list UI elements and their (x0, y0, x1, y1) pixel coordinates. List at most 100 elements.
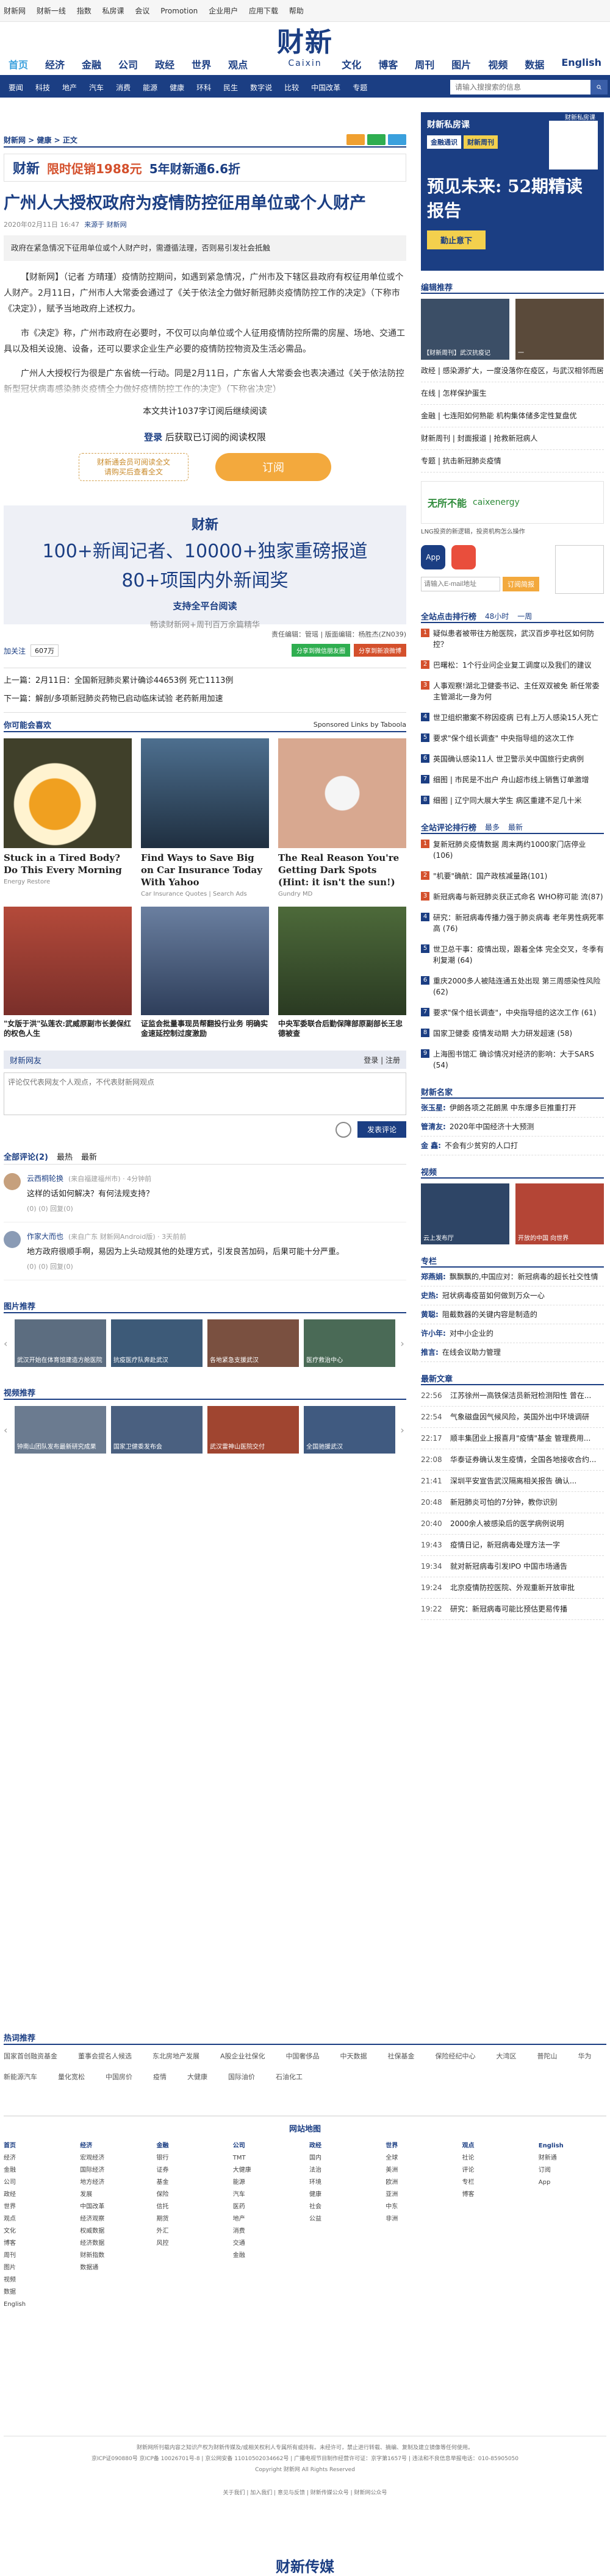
sitemap-link[interactable]: 订阅 (539, 2164, 606, 2177)
nav-item[interactable]: 文化 (333, 57, 370, 71)
sitemap-link[interactable]: 图片 (4, 2262, 71, 2274)
sitemap-link[interactable]: 汽车 (233, 2189, 301, 2201)
share-weibo-icon[interactable] (346, 134, 365, 145)
sponsor-label[interactable]: Sponsored Links by Taboola (314, 721, 406, 729)
sitemap-link[interactable]: 财新指数 (80, 2250, 148, 2262)
chevron-left-icon[interactable]: ‹ (4, 1338, 10, 1349)
sitemap-heading[interactable]: 金融 (157, 2140, 224, 2152)
promo-banner[interactable]: 财新 限时促销1988元 5年财新通6.6折 (4, 154, 406, 182)
sitemap-link[interactable]: 保险 (157, 2189, 224, 2201)
sitemap-link[interactable]: 博客 (4, 2238, 71, 2250)
top-link[interactable]: 帮助 (289, 7, 304, 15)
sitemap-link[interactable]: 经济观察 (80, 2213, 148, 2225)
hot-word[interactable]: 中天数据 (340, 2051, 367, 2061)
sitemap-link[interactable]: 公司 (4, 2177, 71, 2189)
sitemap-link[interactable]: 金融 (233, 2250, 301, 2262)
recommend-card[interactable]: Stuck in a Tired Body? Do This Every Mor… (4, 738, 132, 897)
list-item[interactable]: 黄聪: 阻截数器的关键内容是制造的 (421, 1305, 604, 1324)
latest-item[interactable]: 22:56 江苏徐州一高铁保洁员新冠检测阳性 曾在... (421, 1385, 604, 1407)
sitemap-heading[interactable]: 经济 (80, 2140, 148, 2152)
sitemap-link[interactable]: 博客 (462, 2189, 530, 2201)
comment-actions[interactable]: (0) (0) 回复(0) (27, 1261, 344, 1271)
rank-item[interactable]: 7 细图 | 市民是不出户 舟山超市线上销售订单激增 (421, 769, 604, 790)
sitemap-link[interactable]: 环境 (309, 2177, 377, 2189)
sitemap-link[interactable]: 亚洲 (386, 2189, 453, 2201)
recommend-card[interactable]: 中央军委联合后勤保障部原副部长王忠德被查 (278, 907, 406, 1038)
sitemap-heading[interactable]: 政经 (309, 2140, 377, 2152)
emoji-icon[interactable] (335, 1121, 351, 1138)
sitemap-link[interactable]: 社论 (462, 2152, 530, 2164)
gallery-item[interactable]: 医疗救治中心 (304, 1319, 396, 1367)
list-item[interactable]: 管清友: 2020年中国经济十大预测 (421, 1118, 604, 1136)
rank-item[interactable]: 3 新冠病毒与新冠肺炎获正式命名 WHO称可能 流(87) (421, 887, 604, 907)
video-thumb[interactable]: 云上发布厅 (421, 1183, 509, 1244)
list-item[interactable]: 郑燕娟: 飘飘飘的,中国应对：新冠病毒的超长社交性情 (421, 1268, 604, 1286)
nav-item[interactable]: 观点 (220, 57, 256, 71)
pick-image[interactable]: 一 (515, 299, 604, 360)
latest-item[interactable]: 19:43 疫情日记，新冠病毒处理方法一字 (421, 1535, 604, 1556)
sitemap-link[interactable]: 中国改革 (80, 2201, 148, 2213)
hot-word[interactable]: 普陀山 (537, 2051, 558, 2061)
share-qzone-icon[interactable] (388, 134, 406, 145)
list-item[interactable]: 专题 | 抗击新冠肺炎疫情 (421, 450, 604, 473)
sitemap-link[interactable]: 交通 (233, 2238, 301, 2250)
search-icon[interactable] (590, 80, 608, 95)
hot-word[interactable]: 大健康 (187, 2072, 207, 2082)
list-item[interactable]: 金融 | 七连阳如何熟能 机构集体储多定性复盘优 (421, 405, 604, 427)
chevron-left-icon[interactable]: ‹ (4, 1424, 10, 1436)
sitemap-link[interactable]: 银行 (157, 2152, 224, 2164)
top-link[interactable]: 应用下载 (249, 7, 278, 15)
rank-tab[interactable]: 一周 (517, 611, 532, 621)
chevron-right-icon[interactable]: › (400, 1424, 406, 1436)
rank-item[interactable]: 8 国家卫健委 疫情发动期 大力研发超速 (58) (421, 1023, 604, 1044)
rank-item[interactable]: 3 人事观察!湖北卫健委书记、主任双双被免 新任常委主管湖北一身为何 (421, 676, 604, 707)
sitemap-link[interactable]: 非洲 (386, 2213, 453, 2225)
sitemap-link[interactable]: 数据通 (80, 2262, 148, 2274)
sitemap-heading[interactable]: 观点 (462, 2140, 530, 2152)
rank-item[interactable]: 9 上海图书馆汇 确诊情况对经济的影响：大于SARS (54) (421, 1044, 604, 1076)
recommend-card[interactable]: Find Ways to Save Big on Car Insurance T… (141, 738, 269, 897)
sitemap-link[interactable]: TMT (233, 2152, 301, 2164)
top-link[interactable]: 企业用户 (209, 7, 238, 15)
hot-word[interactable]: 中国房价 (106, 2072, 132, 2082)
nav-item[interactable]: 首页 (0, 57, 37, 71)
list-item[interactable]: 张玉星: 伊朗各项之花朗黑 中东爆多巨推重打开 (421, 1099, 604, 1118)
latest-item[interactable]: 22:17 顺丰集团业上报喜月"疫情"基金 管理费用... (421, 1428, 604, 1449)
hot-word[interactable]: 社保基金 (388, 2051, 415, 2061)
submit-comment-button[interactable]: 发表评论 (357, 1121, 406, 1138)
footer-links[interactable]: 关于我们 | 加入我们 | 意见与反馈 | 财新传媒公众号 | 财新网公众号 (4, 2488, 606, 2499)
subnav-item[interactable]: 科技 (29, 82, 56, 93)
subnav-item[interactable]: 健康 (163, 82, 190, 93)
sitemap-heading[interactable]: 世界 (386, 2140, 453, 2152)
sitemap-link[interactable]: 信托 (157, 2201, 224, 2213)
latest-item[interactable]: 21:41 深圳平安宣告武汉隔离相关报告 确认... (421, 1471, 604, 1492)
pick-image[interactable]: 【财新周刊】武汉抗疫记 (421, 299, 509, 360)
course-promo[interactable]: 财新私房课 金融通识 财新周刊 财新私房课 预见未来: 52期精读报告 勤止意下 (421, 112, 604, 271)
subnav-item[interactable]: 消费 (110, 82, 137, 93)
subscription-promo[interactable]: 财新 100+新闻记者、10000+独家重磅报道 80+项国内外新闻奖 支持全平… (4, 505, 406, 630)
latest-item[interactable]: 20:48 新冠肺炎可怕的7分钟，教你识别 (421, 1492, 604, 1513)
subnav-item[interactable]: 数字说 (244, 82, 278, 93)
login-link[interactable]: 登录 (144, 432, 162, 443)
nav-item[interactable]: 金融 (73, 57, 110, 71)
hot-word[interactable]: 董事会提名人候选 (78, 2051, 132, 2061)
rank-item[interactable]: 4 研究：新冠病毒传播力强于肺炎病毒 老年男性病死率高 (76) (421, 907, 604, 939)
recommend-card[interactable]: 证监会批量事现员帮翻投行业务 明确实金速延控制过度激励 (141, 907, 269, 1038)
sitemap-link[interactable]: 评论 (462, 2164, 530, 2177)
list-item[interactable]: 史热: 冠状病毒疫苗如何做到万众一心 (421, 1286, 604, 1305)
sitemap-link[interactable]: 国内 (309, 2152, 377, 2164)
sitemap-link[interactable]: 宏观经济 (80, 2152, 148, 2164)
order-button[interactable]: 订阅 (215, 453, 331, 481)
subnav-item[interactable]: 要闻 (2, 82, 29, 93)
sitemap-link[interactable]: 全球 (386, 2152, 453, 2164)
sitemap-link[interactable]: 法治 (309, 2164, 377, 2177)
sitemap-link[interactable]: 外汇 (157, 2225, 224, 2238)
chevron-right-icon[interactable]: › (400, 1338, 406, 1349)
comment-user[interactable]: 云西桐轮换 (27, 1174, 63, 1183)
subnav-item[interactable]: 比较 (278, 82, 305, 93)
search-input[interactable] (450, 80, 590, 95)
sitemap-link[interactable]: 数据 (4, 2286, 71, 2299)
comment-input[interactable] (4, 1072, 406, 1115)
rank-item[interactable]: 5 要求"保个组长调查" 中央指导组的这次工作 (421, 728, 604, 749)
next-article-link[interactable]: 下一篇：解剖/多项新冠肺炎药物已启动临床试验 老药新用加速 (4, 690, 406, 708)
